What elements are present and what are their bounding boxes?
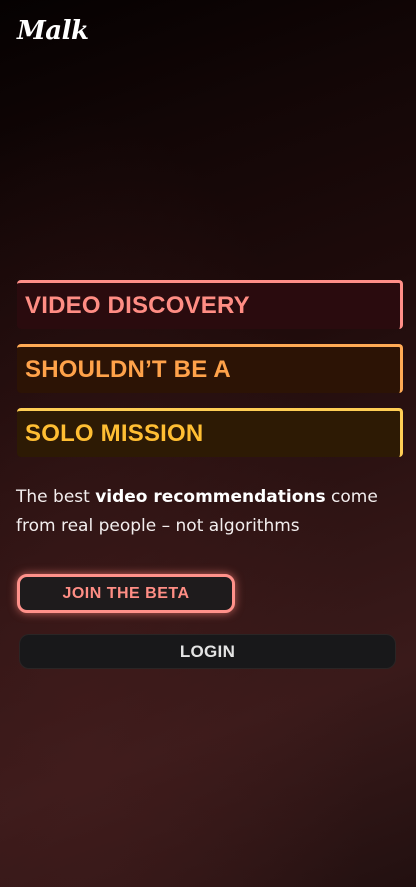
headline-line-1: VIDEO DISCOVERY — [17, 280, 403, 329]
tagline-emphasis: video recommendations — [95, 487, 326, 507]
app-logo[interactable]: Malk — [17, 18, 89, 44]
join-beta-button[interactable]: JOIN THE BETA — [17, 574, 235, 613]
tagline: The best video recommendations come from… — [16, 483, 386, 541]
login-button[interactable]: LOGIN — [19, 634, 396, 669]
tagline-prefix: The best — [16, 487, 96, 507]
headline-line-2: SHOULDN’T BE A — [17, 344, 403, 393]
headline-line-3: SOLO MISSION — [17, 408, 403, 457]
